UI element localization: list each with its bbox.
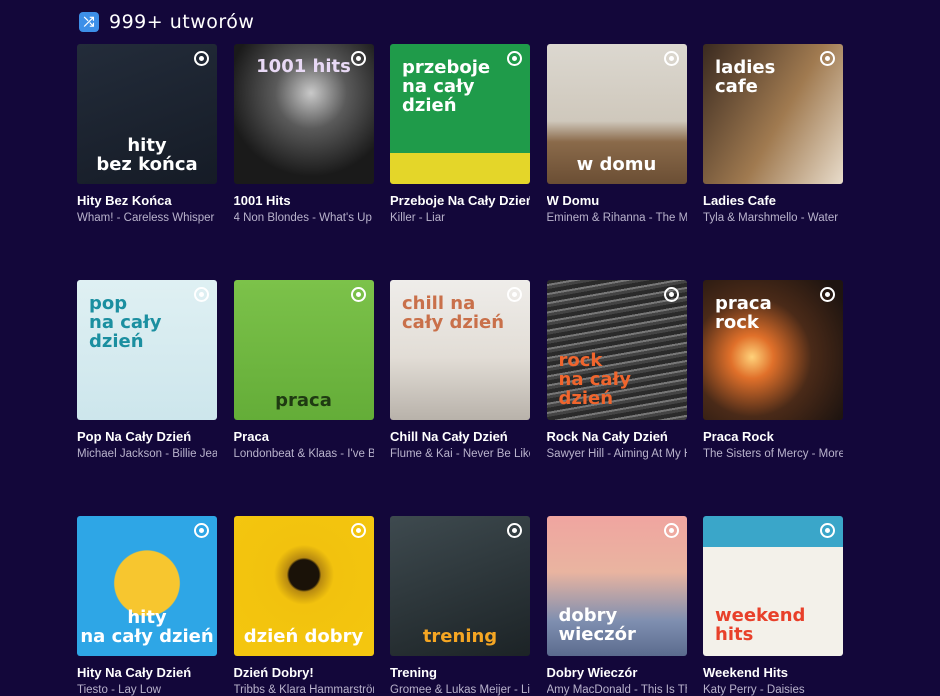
playlist-cover[interactable]: pop na cały dzień — [77, 280, 217, 420]
cover-art-text: trening — [422, 626, 498, 647]
playlist-card[interactable]: praca rock Praca Rock The Sisters of Mer… — [703, 280, 843, 460]
radio-icon[interactable] — [194, 523, 209, 538]
playlist-card[interactable]: hity na cały dzień Hity Na Cały Dzień Ti… — [77, 516, 217, 696]
playlist-card[interactable]: pop na cały dzień Pop Na Cały Dzień Mich… — [77, 280, 217, 460]
radio-icon[interactable] — [350, 287, 366, 302]
playlist-cover[interactable]: hity bez końca — [77, 44, 217, 184]
playlist-card[interactable]: w domu W Domu Eminem & Rihanna - The Mon… — [546, 44, 687, 224]
cover-art-text: rock na cały dzień — [558, 350, 631, 409]
playlist-subtitle: Gromee & Lukas Meijer - Light Me Up — [390, 684, 530, 696]
playlist-subtitle: Wham! - Careless Whisper — [77, 212, 215, 224]
playlist-cover[interactable]: w domu — [546, 44, 687, 184]
playlist-title[interactable]: Przeboje Na Cały Dzień — [390, 193, 530, 208]
playlist-cover[interactable]: dobry wieczór — [546, 516, 687, 656]
playlist-title[interactable]: Dzień Dobry! — [234, 665, 374, 680]
shuffle-icon[interactable]: ⤮ — [79, 12, 99, 32]
playlist-title[interactable]: Rock Na Cały Dzień — [547, 429, 687, 444]
radio-icon[interactable] — [507, 51, 522, 66]
radio-icon[interactable] — [820, 51, 835, 66]
playlist-title[interactable]: Praca Rock — [703, 429, 843, 444]
playlist-title[interactable]: W Domu — [547, 193, 687, 208]
playlist-cover[interactable]: hity na cały dzień — [77, 516, 217, 656]
playlist-cover[interactable]: ladies cafe — [703, 44, 843, 184]
radio-icon[interactable] — [820, 523, 835, 538]
cover-art-text: pop na cały dzień — [89, 293, 162, 352]
playlist-card[interactable]: weekend hits Weekend Hits Katy Perry - D… — [703, 516, 843, 696]
cover-art-text: dzień dobry — [243, 626, 364, 647]
playlist-cover[interactable]: praca rock — [703, 280, 843, 420]
playlist-header: ⤮ 999+ utworów — [79, 11, 254, 33]
playlist-card[interactable]: ladies cafe Ladies Cafe Tyla & Marshmell… — [703, 44, 843, 224]
playlist-title[interactable]: Hity Bez Końca — [77, 193, 217, 208]
playlist-title[interactable]: Ladies Cafe — [703, 193, 843, 208]
radio-icon[interactable] — [507, 523, 522, 538]
playlist-subtitle: Eminem & Rihanna - The Monster — [546, 212, 687, 224]
cover-art-text: ladies cafe — [715, 57, 776, 97]
cover-art-text: praca — [275, 390, 332, 411]
radio-icon[interactable] — [820, 287, 835, 302]
cover-art-text: przeboje na cały dzień — [402, 57, 491, 116]
cover-art-text: hity bez końca — [96, 135, 198, 175]
playlist-title[interactable]: 1001 Hits — [234, 193, 374, 208]
playlist-card[interactable]: hity bez końca Hity Bez Końca Wham! - Ca… — [77, 44, 217, 224]
radio-icon[interactable] — [350, 51, 366, 66]
radio-icon[interactable] — [350, 523, 366, 538]
playlist-title[interactable]: Dobry Wieczór — [547, 665, 687, 680]
playlist-subtitle: The Sisters of Mercy - More — [703, 448, 843, 460]
playlist-card[interactable]: praca Praca Londonbeat & Klaas - I've Be… — [233, 280, 374, 460]
playlist-subtitle: Michael Jackson - Billie Jean — [77, 448, 217, 460]
playlist-title[interactable]: Chill Na Cały Dzień — [390, 429, 530, 444]
radio-icon[interactable] — [194, 51, 209, 66]
playlist-card[interactable]: dobry wieczór Dobry Wieczór Amy MacDonal… — [546, 516, 687, 696]
playlist-cover[interactable]: rock na cały dzień — [546, 280, 687, 420]
playlist-title[interactable]: Pop Na Cały Dzień — [77, 429, 217, 444]
playlist-card[interactable]: trening Trening Gromee & Lukas Meijer - … — [390, 516, 530, 696]
playlist-subtitle: 4 Non Blondes - What's Up — [233, 212, 372, 224]
playlist-card[interactable]: 1001 hits 1001 Hits 4 Non Blondes - What… — [233, 44, 374, 224]
playlist-subtitle: Tiesto - Lay Low — [77, 684, 161, 696]
playlist-cover[interactable]: dzień dobry — [233, 516, 374, 656]
playlist-card[interactable]: chill na cały dzień Chill Na Cały Dzień … — [390, 280, 530, 460]
radio-icon[interactable] — [663, 287, 679, 302]
radio-icon[interactable] — [663, 523, 679, 538]
playlist-title[interactable]: Hity Na Cały Dzień — [77, 665, 217, 680]
playlist-cover[interactable]: 1001 hits — [233, 44, 374, 184]
track-count-title: 999+ utworów — [109, 11, 255, 33]
cover-art-text: chill na cały dzień — [402, 293, 505, 333]
playlist-subtitle: Killer - Liar — [390, 212, 445, 224]
playlist-cover[interactable]: praca — [233, 280, 374, 420]
playlist-card[interactable]: przeboje na cały dzień Przeboje Na Cały … — [390, 44, 530, 224]
playlist-title[interactable]: Praca — [234, 429, 374, 444]
playlist-grid: hity bez końca Hity Bez Końca Wham! - Ca… — [77, 44, 843, 696]
cover-art-text: weekend hits — [715, 605, 806, 645]
playlist-subtitle: Flume & Kai - Never Be Like You — [390, 448, 530, 460]
playlist-subtitle: Londonbeat & Klaas - I've Been Thinking — [233, 448, 374, 460]
radio-icon[interactable] — [663, 51, 679, 66]
radio-icon[interactable] — [507, 287, 522, 302]
radio-icon[interactable] — [194, 287, 209, 302]
playlist-card[interactable]: dzień dobry Dzień Dobry! Tribbs & Klara … — [233, 516, 374, 696]
cover-art-text: hity na cały dzień — [80, 607, 214, 647]
playlist-subtitle: Tyla & Marshmello - Water — [703, 212, 839, 224]
playlist-title[interactable]: Trening — [390, 665, 530, 680]
playlist-cover[interactable]: przeboje na cały dzień — [390, 44, 530, 184]
playlist-subtitle: Sawyer Hill - Aiming At My Heart — [546, 448, 687, 460]
cover-art-text: dobry wieczór — [558, 605, 636, 645]
playlist-card[interactable]: rock na cały dzień Rock Na Cały Dzień Sa… — [546, 280, 687, 460]
playlist-cover[interactable]: chill na cały dzień — [390, 280, 530, 420]
playlist-subtitle: Tribbs & Klara Hammarström — [233, 684, 374, 696]
playlist-cover[interactable]: weekend hits — [703, 516, 843, 656]
cover-art-text: praca rock — [715, 293, 772, 333]
playlist-subtitle: Amy MacDonald - This Is The Life — [546, 684, 687, 696]
playlist-cover[interactable]: trening — [390, 516, 530, 656]
playlist-title[interactable]: Weekend Hits — [703, 665, 843, 680]
cover-art-text: w domu — [576, 154, 657, 175]
playlist-subtitle: Katy Perry - Daisies — [703, 684, 805, 696]
